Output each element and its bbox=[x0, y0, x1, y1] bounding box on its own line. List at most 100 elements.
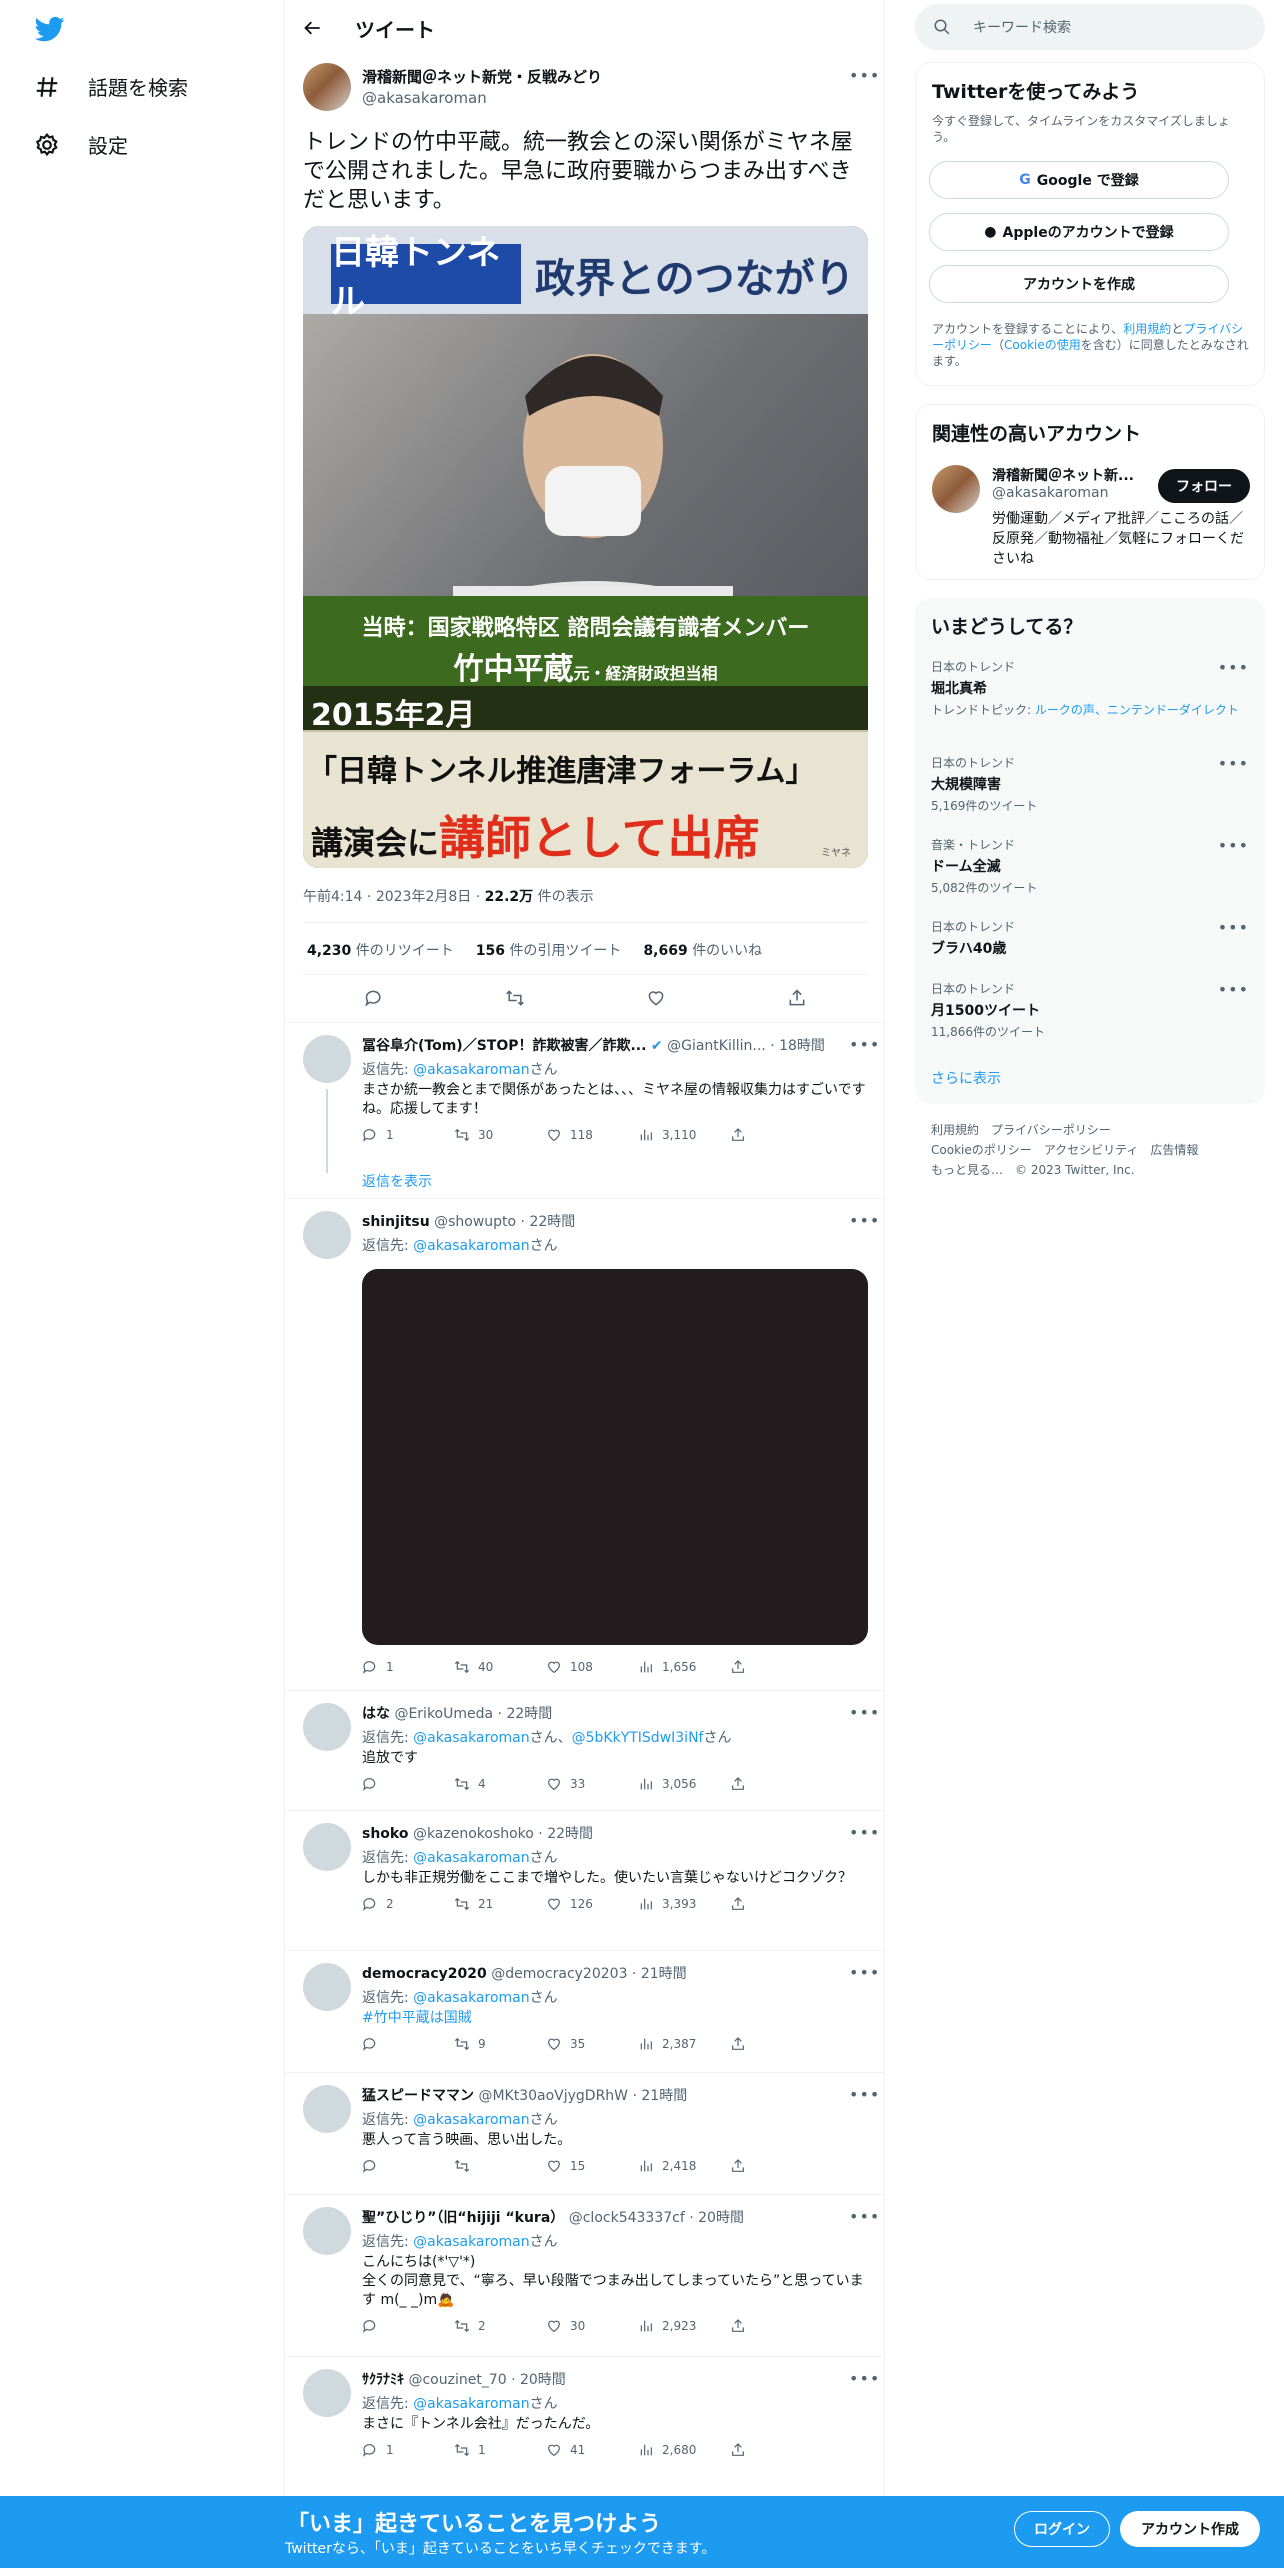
retweet-button[interactable]: 40 bbox=[454, 1659, 546, 1675]
more-icon[interactable]: ••• bbox=[1218, 658, 1249, 677]
reply-name[interactable]: 冨谷阜介(Tom)／STOP！詐欺被害／詐欺... bbox=[362, 1038, 646, 1054]
reply-button[interactable]: 1 bbox=[362, 1127, 454, 1143]
reply-item[interactable]: 聖”ひじり”（旧“hijiji “kura） @clock543337cf · … bbox=[285, 2194, 884, 2356]
reply-button[interactable] bbox=[362, 2036, 454, 2052]
trend-extra-link[interactable]: ルークの声、ニンテンドーダイレクト bbox=[1035, 703, 1239, 717]
views-button[interactable]: 3,056 bbox=[638, 1776, 730, 1792]
reply-to-link[interactable]: @akasakaroman bbox=[413, 1238, 529, 1254]
reply-button[interactable] bbox=[362, 2158, 454, 2174]
reply-name[interactable]: はな bbox=[362, 1706, 390, 1722]
more-icon[interactable]: ••• bbox=[849, 2085, 880, 2104]
reply-item[interactable]: 冨谷阜介(Tom)／STOP！詐欺被害／詐欺... ✔ @GiantKillin… bbox=[285, 1022, 884, 1198]
reply-time[interactable]: 22時間 bbox=[506, 1706, 552, 1722]
related-avatar[interactable] bbox=[932, 465, 980, 513]
reply-item[interactable]: はな @ErikoUmeda · 22時間 返信先: @akasakaroman… bbox=[285, 1690, 884, 1810]
reply-time[interactable]: 22時間 bbox=[547, 1826, 593, 1842]
more-icon[interactable]: ••• bbox=[849, 66, 880, 85]
reply-name[interactable]: 猛スピードママン bbox=[362, 2088, 474, 2104]
reply-time[interactable]: 21時間 bbox=[641, 1966, 687, 1982]
reply-handle[interactable]: @GiantKillin... bbox=[667, 1038, 766, 1054]
heart-icon[interactable] bbox=[646, 988, 666, 1008]
trend-item[interactable]: 日本のトレンド 堀北真希 トレンドトピック: ルークの声、ニンテンドーダイレクト… bbox=[931, 658, 1249, 718]
cookie-link[interactable]: Cookieの使用 bbox=[1004, 338, 1081, 352]
retweet-button[interactable]: 9 bbox=[454, 2036, 546, 2052]
reply-name[interactable]: shoko bbox=[362, 1826, 408, 1842]
reply-media[interactable] bbox=[362, 1269, 868, 1645]
google-signup-button[interactable]: G Google で登録 bbox=[929, 161, 1229, 199]
login-button[interactable]: ログイン bbox=[1014, 2511, 1110, 2547]
reply-time[interactable]: 21時間 bbox=[641, 2088, 687, 2104]
arrow-left-icon[interactable] bbox=[303, 18, 323, 38]
related-handle[interactable]: @akasakaroman bbox=[992, 485, 1108, 501]
trend-item[interactable]: 音楽・トレンド ドーム全滅 5,082件のツイート ••• bbox=[931, 836, 1249, 896]
more-icon[interactable]: ••• bbox=[849, 1963, 880, 1982]
share-button[interactable] bbox=[730, 2036, 746, 2052]
reply-item[interactable]: shinjitsu @showupto · 22時間 返信先: @akasaka… bbox=[285, 1198, 884, 1690]
more-icon[interactable]: ••• bbox=[849, 2207, 880, 2226]
reply-handle[interactable]: @showupto bbox=[434, 1214, 516, 1230]
retweet-button[interactable]: 30 bbox=[454, 1127, 546, 1143]
retweet-icon[interactable] bbox=[505, 988, 525, 1008]
trend-item[interactable]: 日本のトレンド 月1500ツイート 11,866件のツイート ••• bbox=[931, 980, 1249, 1040]
signup-button[interactable]: アカウント作成 bbox=[1120, 2511, 1260, 2547]
share-button[interactable] bbox=[730, 1127, 746, 1143]
views-button[interactable]: 2,387 bbox=[638, 2036, 730, 2052]
reply-button[interactable]: 1 bbox=[362, 2442, 454, 2458]
more-icon[interactable]: ••• bbox=[1218, 918, 1249, 937]
retweet-button[interactable]: 2 bbox=[454, 2318, 546, 2334]
footer-line[interactable]: もっと見る… © 2023 Twitter, Inc. bbox=[931, 1160, 1198, 1180]
more-icon[interactable]: ••• bbox=[849, 1823, 880, 1842]
reply-avatar[interactable] bbox=[303, 1963, 351, 2011]
retweet-button[interactable]: 1 bbox=[454, 2442, 546, 2458]
reply-handle[interactable]: @democracy20203 bbox=[491, 1966, 627, 1982]
follow-button[interactable]: フォロー bbox=[1158, 469, 1250, 503]
share-button[interactable] bbox=[730, 2158, 746, 2174]
like-button[interactable]: 35 bbox=[546, 2036, 638, 2052]
views-button[interactable]: 3,393 bbox=[638, 1896, 730, 1912]
search-input[interactable]: キーワード検索 bbox=[915, 4, 1265, 50]
reply-button[interactable]: 1 bbox=[362, 1659, 454, 1675]
trend-item[interactable]: 日本のトレンド 大規模障害 5,169件のツイート ••• bbox=[931, 754, 1249, 814]
quotes-stat[interactable]: 156 件の引用ツイート bbox=[476, 940, 622, 960]
reply-hashtag[interactable]: #竹中平蔵は国賊 bbox=[362, 2009, 868, 2028]
like-button[interactable]: 15 bbox=[546, 2158, 638, 2174]
show-replies-link[interactable]: 返信を表示 bbox=[362, 1171, 432, 1191]
terms-link[interactable]: 利用規約 bbox=[1123, 322, 1171, 336]
reply-name[interactable]: 聖”ひじり”（旧“hijiji “kura） bbox=[362, 2210, 564, 2226]
reply-item[interactable]: ｻｸﾗﾅﾐｷ @couzinet_70 · 20時間 返信先: @akasaka… bbox=[285, 2356, 884, 2496]
reply-avatar[interactable] bbox=[303, 1823, 351, 1871]
more-icon[interactable]: ••• bbox=[849, 1211, 880, 1230]
views-button[interactable]: 3,110 bbox=[638, 1127, 730, 1143]
reply-icon[interactable] bbox=[364, 988, 384, 1008]
likes-stat[interactable]: 8,669 件のいいね bbox=[643, 940, 762, 960]
retweet-button[interactable]: 4 bbox=[454, 1776, 546, 1792]
reply-to-link[interactable]: @akasakaroman bbox=[413, 1730, 529, 1746]
retweets-stat[interactable]: 4,230 件のリツイート bbox=[307, 940, 454, 960]
reply-avatar[interactable] bbox=[303, 2085, 351, 2133]
reply-item[interactable]: 猛スピードママン @MKt30aoVjygDRhW · 21時間 返信先: @a… bbox=[285, 2072, 884, 2194]
reply-name[interactable]: ｻｸﾗﾅﾐｷ bbox=[362, 2372, 404, 2388]
reply-name[interactable]: shinjitsu bbox=[362, 1214, 430, 1230]
reply-to-link[interactable]: @akasakaroman bbox=[413, 1062, 529, 1078]
footer-line[interactable]: Cookieのポリシー アクセシビリティ 広告情報 bbox=[931, 1140, 1198, 1160]
like-button[interactable]: 108 bbox=[546, 1659, 638, 1675]
reply-handle[interactable]: @MKt30aoVjygDRhW bbox=[478, 2088, 628, 2104]
related-name[interactable]: 滑稽新聞＠ネット新... bbox=[992, 465, 1134, 485]
views-button[interactable]: 1,656 bbox=[638, 1659, 730, 1675]
show-more-link[interactable]: さらに表示 bbox=[931, 1068, 1001, 1088]
tweet-image[interactable]: 日韓トンネル 政界とのつながり 当時：国家戦略特区 諮問会議有識者メンバー 竹中… bbox=[303, 226, 868, 868]
reply-avatar[interactable] bbox=[303, 1035, 351, 1083]
like-button[interactable]: 30 bbox=[546, 2318, 638, 2334]
reply-to-link[interactable]: @5bKkYTISdwI3iNf bbox=[572, 1730, 704, 1746]
like-button[interactable]: 33 bbox=[546, 1776, 638, 1792]
views-button[interactable]: 2,923 bbox=[638, 2318, 730, 2334]
reply-item[interactable]: shoko @kazenokoshoko · 22時間 返信先: @akasak… bbox=[285, 1810, 884, 1950]
more-icon[interactable]: ••• bbox=[1218, 980, 1249, 999]
more-icon[interactable]: ••• bbox=[849, 1035, 880, 1054]
more-icon[interactable]: ••• bbox=[849, 1703, 880, 1722]
retweet-button[interactable] bbox=[454, 2158, 546, 2174]
tweet-author[interactable]: 滑稽新聞＠ネット新党・反戦みどり @akasakaroman bbox=[362, 66, 602, 107]
reply-to-link[interactable]: @akasakaroman bbox=[413, 2112, 529, 2128]
reply-time[interactable]: 22時間 bbox=[529, 1214, 575, 1230]
reply-to-link[interactable]: @akasakaroman bbox=[413, 2396, 529, 2412]
